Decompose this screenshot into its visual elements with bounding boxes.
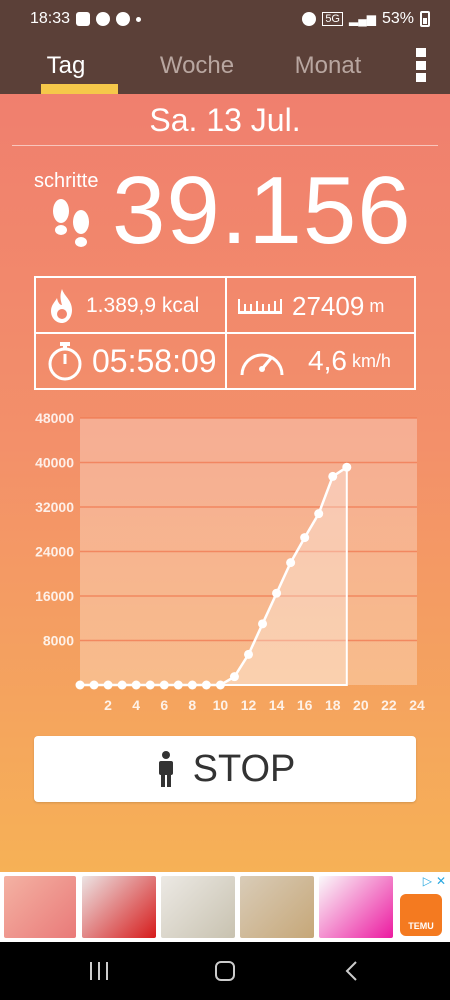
x-tick-label: 6: [160, 697, 168, 713]
chart-point: [258, 619, 268, 629]
chart-point: [131, 680, 141, 690]
speedometer-icon: [240, 353, 284, 376]
duration-stat: 05:58:09: [46, 336, 217, 386]
steps-count: 39.156: [112, 157, 412, 264]
y-tick-label: 40000: [35, 455, 74, 471]
y-tick-label: 16000: [35, 588, 74, 604]
y-tick-label: 48000: [35, 410, 74, 426]
date-divider: [12, 145, 438, 146]
home-icon[interactable]: [215, 961, 235, 981]
network-type-label: 5G: [322, 12, 343, 26]
chart-point: [187, 680, 197, 690]
ad-image-sandals[interactable]: [240, 876, 314, 938]
chart-point: [201, 680, 211, 690]
flame-icon: [51, 289, 72, 323]
ad-info-icon[interactable]: ▷: [423, 874, 432, 888]
status-right: 5G ▂▄▆ 53%: [302, 10, 430, 28]
status-left: 18:33: [30, 10, 142, 28]
active-tab-indicator: [41, 84, 118, 94]
duration-value: 05:58:09: [92, 342, 217, 379]
chart-point: [314, 509, 324, 519]
chart-point: [75, 680, 85, 690]
distance-stat: 27409 m: [236, 282, 384, 330]
chart-point: [215, 680, 225, 690]
x-tick-label: 14: [269, 697, 285, 713]
steps-chart: 800016000240003200040000480002 4 6 8 10 12 14 1…: [35, 410, 425, 713]
x-tick-label: 2: [104, 697, 112, 713]
speed-stat: 4,6 km/h: [236, 336, 391, 386]
chart-point: [272, 588, 282, 598]
signal-icon: ▂▄▆: [349, 12, 376, 26]
y-tick-label: 8000: [43, 633, 74, 649]
distance-value: 27409: [292, 290, 365, 321]
ad-image-swimwear[interactable]: [319, 876, 393, 938]
battery-icon: [420, 11, 430, 27]
account-icon: [116, 12, 131, 26]
ad-image-sneakers[interactable]: [82, 876, 156, 938]
y-tick-label: 24000: [35, 544, 74, 560]
main-content: Sa. 13 Jul. schritte 39.156 1.389,9 kcal: [0, 94, 450, 872]
overflow-menu-icon[interactable]: [416, 48, 430, 82]
chart-point: [300, 533, 310, 543]
chart-point: [244, 649, 253, 659]
recent-apps-icon[interactable]: [90, 962, 108, 980]
footprints-icon: [53, 199, 89, 247]
x-tick-label: 24: [409, 697, 425, 713]
stopwatch-icon: [48, 342, 82, 381]
person-icon: [158, 751, 173, 787]
ad-image-dress[interactable]: [4, 876, 76, 938]
speed-unit: km/h: [351, 350, 391, 371]
stop-button-label: STOP: [192, 747, 296, 790]
x-tick-label: 12: [241, 697, 257, 713]
chart-point: [117, 680, 127, 690]
x-tick-label: 16: [297, 697, 313, 713]
tab-woche[interactable]: Woche: [132, 38, 262, 94]
chart-point: [173, 680, 183, 690]
calories-stat: 1.389,9 kcal: [46, 282, 199, 330]
ad-choices[interactable]: ▷ ✕: [423, 874, 446, 888]
chart-point: [103, 680, 113, 690]
navigation-bar: [0, 942, 450, 1000]
x-tick-label: 20: [353, 697, 369, 713]
x-tick-label: 10: [213, 697, 229, 713]
status-bar: 18:33 5G ▂▄▆ 53%: [0, 0, 450, 38]
stop-button[interactable]: STOP: [34, 736, 416, 802]
steps-label: schritte: [34, 170, 99, 192]
x-tick-label: 22: [381, 697, 397, 713]
back-icon[interactable]: [344, 960, 358, 982]
chart-point: [89, 680, 99, 690]
chart-point: [342, 462, 352, 472]
stats-divider-horizontal: [36, 332, 414, 334]
tab-monat[interactable]: Monat: [262, 38, 394, 94]
cloud-check-icon: [96, 12, 111, 26]
more-notifications-icon: [136, 16, 142, 22]
temu-logo[interactable]: TEMU: [400, 894, 442, 936]
chart-point: [145, 680, 155, 690]
chart-point: [328, 471, 338, 481]
date-title[interactable]: Sa. 13 Jul.: [0, 102, 450, 139]
y-tick-label: 32000: [35, 499, 74, 515]
ad-banner[interactable]: ▷ ✕: [0, 872, 450, 942]
ruler-icon: [238, 299, 282, 314]
chart-point: [229, 672, 239, 682]
distance-unit: m: [369, 295, 385, 316]
ad-close-icon[interactable]: ✕: [436, 874, 446, 888]
x-tick-label: 4: [132, 697, 140, 713]
chart-point: [159, 680, 169, 690]
x-tick-label: 8: [188, 697, 196, 713]
x-tick-label: 18: [325, 697, 341, 713]
battery-percent: 53%: [381, 10, 414, 27]
speed-value: 4,6: [308, 345, 347, 376]
gallery-notification-icon: [76, 12, 91, 26]
stats-grid: 1.389,9 kcal 27409 m 05:58:09 4,6 km/h: [34, 276, 416, 390]
chart-point: [286, 558, 296, 568]
ad-image-earrings[interactable]: [161, 876, 235, 938]
calories-value: 1.389,9 kcal: [86, 294, 200, 317]
status-time: 18:33: [30, 10, 71, 27]
alarm-icon: [302, 12, 317, 26]
